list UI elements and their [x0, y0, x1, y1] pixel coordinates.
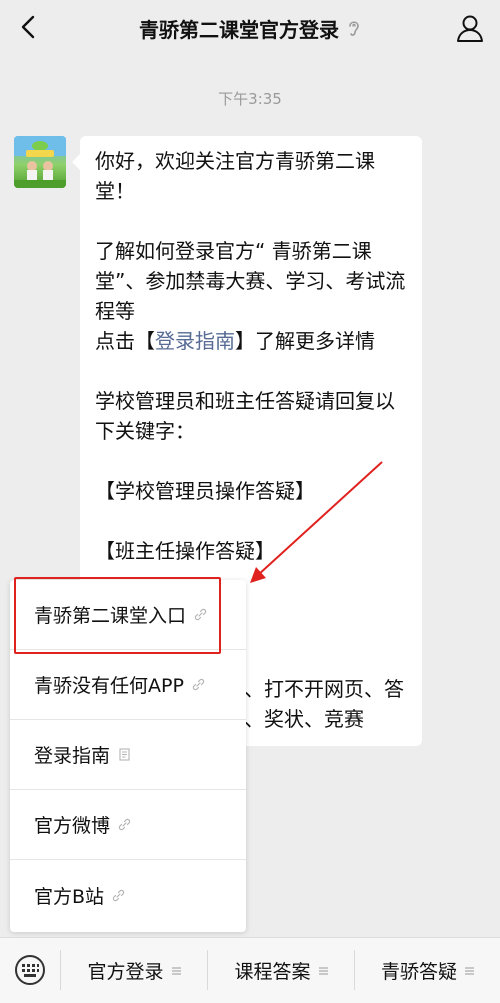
menu-item-label: 官方微博 — [34, 815, 111, 837]
message-text: 你好，欢迎关注官方青骄第二课堂！ 了解如何登录官方“ 青骄第二课堂”、参加禁毒大… — [95, 146, 413, 566]
chat-title: 青骄第二课堂官方登录 — [139, 17, 339, 42]
footer-tab-qa[interactable]: 青骄答疑 — [355, 938, 500, 1003]
footer-tab-course-answers[interactable]: 课程答案 — [208, 938, 354, 1003]
menu-item-entrance[interactable]: 青骄第二课堂入口 — [10, 580, 246, 650]
title-group: 青骄第二课堂官方登录 — [139, 14, 361, 43]
keyword-admin: 【学校管理员操作答疑】 — [95, 479, 315, 503]
article-icon — [119, 748, 130, 761]
menu-item-label: 官方B站 — [34, 885, 105, 908]
keyword-hint-text: 学校管理员和班主任答疑请回复以下关键字： — [95, 389, 395, 443]
ear-mode-icon — [349, 21, 359, 36]
menu-item-weibo[interactable]: 官方微博 — [10, 790, 246, 860]
bottom-menu-bar: 官方登录 课程答案 青骄答疑 — [0, 937, 500, 1003]
back-arrow-icon[interactable] — [14, 12, 44, 42]
obscured-text-line-1: 、打不开网页、答 — [244, 677, 404, 701]
link-icon — [194, 608, 207, 621]
greeting-text: 你好，欢迎关注官方青骄第二课堂！ — [95, 149, 375, 203]
footer-tab-label: 青骄答疑 — [380, 961, 457, 983]
keyword-teacher: 【班主任操作答疑】 — [95, 539, 275, 563]
message-timestamp: 下午3:35 — [218, 90, 282, 108]
intro-text: 了解如何登录官方“ 青骄第二课堂”、参加禁毒大赛、学习、考试流程等 — [95, 239, 406, 323]
menu-lines-icon — [318, 967, 328, 974]
official-account-avatar[interactable] — [14, 136, 66, 188]
menu-item-label: 登录指南 — [34, 745, 111, 767]
link-icon — [192, 678, 205, 691]
guide-suffix: 】了解更多详情 — [235, 329, 375, 353]
menu-item-bilibili[interactable]: 官方B站 — [10, 860, 246, 930]
footer-tab-label: 官方登录 — [87, 961, 164, 983]
menu-lines-icon — [171, 967, 181, 974]
menu-lines-icon — [465, 967, 474, 974]
login-guide-link[interactable]: 登录指南 — [155, 329, 235, 353]
keyboard-icon[interactable] — [12, 954, 48, 986]
footer-tab-label: 课程答案 — [234, 961, 311, 983]
avatar-illustration-icon — [14, 136, 66, 188]
link-icon — [112, 889, 125, 901]
custom-menu-popup: 青骄第二课堂入口 青骄没有任何APP 登录指南 官方微博 官方B站 — [10, 580, 246, 932]
profile-icon[interactable] — [454, 12, 486, 44]
footer-tab-official-login[interactable]: 官方登录 — [61, 938, 207, 1003]
menu-item-login-guide[interactable]: 登录指南 — [10, 720, 246, 790]
menu-item-no-app[interactable]: 青骄没有任何APP — [10, 650, 246, 720]
obscured-text-line-2: 、奖状、竞赛 — [244, 707, 364, 731]
guide-prefix: 点击【 — [95, 329, 155, 353]
menu-item-label: 青骄没有任何APP — [34, 675, 184, 697]
link-icon — [118, 818, 131, 831]
top-bar: 青骄第二课堂官方登录 — [0, 0, 500, 56]
menu-item-label: 青骄第二课堂入口 — [34, 605, 187, 627]
